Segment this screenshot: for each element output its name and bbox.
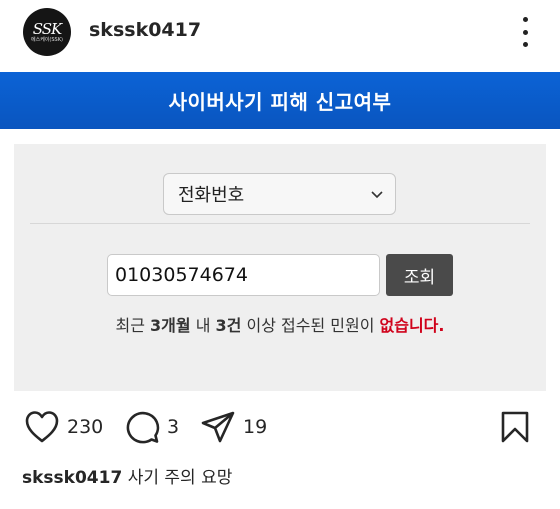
more-dot bbox=[522, 42, 528, 47]
bookmark-icon[interactable] bbox=[498, 410, 532, 444]
select-value: 전화번호 bbox=[178, 185, 245, 206]
comment-icon[interactable] bbox=[125, 410, 161, 444]
result-message: 최근 3개월 내 3건 이상 접수된 민원이 없습니다. bbox=[14, 312, 546, 336]
lookup-type-select[interactable]: 전화번호 bbox=[163, 173, 396, 215]
more-vertical-icon[interactable] bbox=[513, 17, 537, 47]
share-action[interactable]: 19 bbox=[200, 410, 267, 444]
avatar-subtext: 에스케이(SSK) bbox=[31, 36, 63, 43]
caption-text: 사기 주의 요망 bbox=[127, 468, 233, 488]
result-part-period: 3개월 bbox=[150, 316, 191, 335]
avatar[interactable]: SSK 에스케이(SSK) bbox=[23, 8, 71, 56]
more-dot bbox=[522, 17, 528, 22]
bookmark-action[interactable] bbox=[498, 410, 532, 444]
like-action[interactable]: 230 bbox=[24, 410, 103, 444]
caption-username[interactable]: skssk0417 bbox=[22, 468, 122, 488]
post-username[interactable]: skssk0417 bbox=[89, 19, 201, 41]
lookup-panel: 전화번호 01030574674 조회 최근 3개월 내 3건 이상 접수된 민… bbox=[14, 144, 546, 391]
like-count: 230 bbox=[67, 416, 104, 438]
share-count: 19 bbox=[243, 416, 268, 438]
heart-icon[interactable] bbox=[24, 410, 60, 444]
divider bbox=[30, 223, 530, 224]
send-icon[interactable] bbox=[200, 410, 236, 444]
phone-input-value: 01030574674 bbox=[115, 264, 248, 286]
post-header: SSK 에스케이(SSK) skssk0417 bbox=[0, 0, 560, 68]
result-part-count: 3건 bbox=[215, 316, 242, 335]
chevron-down-icon bbox=[371, 191, 383, 199]
search-button[interactable]: 조회 bbox=[386, 254, 453, 296]
result-part: 최근 bbox=[115, 316, 151, 335]
avatar-logo-text: SSK bbox=[32, 19, 62, 38]
result-part: 내 bbox=[190, 316, 216, 335]
phone-input[interactable]: 01030574674 bbox=[107, 254, 380, 296]
result-part: 이상 접수된 민원이 bbox=[241, 316, 380, 335]
banner-title: 사이버사기 피해 신고여부 bbox=[0, 72, 560, 129]
comment-action[interactable]: 3 bbox=[125, 410, 179, 444]
result-part-status: 없습니다. bbox=[379, 316, 445, 335]
post-actions: 230 3 19 bbox=[0, 400, 560, 456]
comment-count: 3 bbox=[167, 416, 180, 438]
more-dot bbox=[522, 29, 528, 35]
post-caption: skssk0417 사기 주의 요망 bbox=[22, 463, 232, 488]
